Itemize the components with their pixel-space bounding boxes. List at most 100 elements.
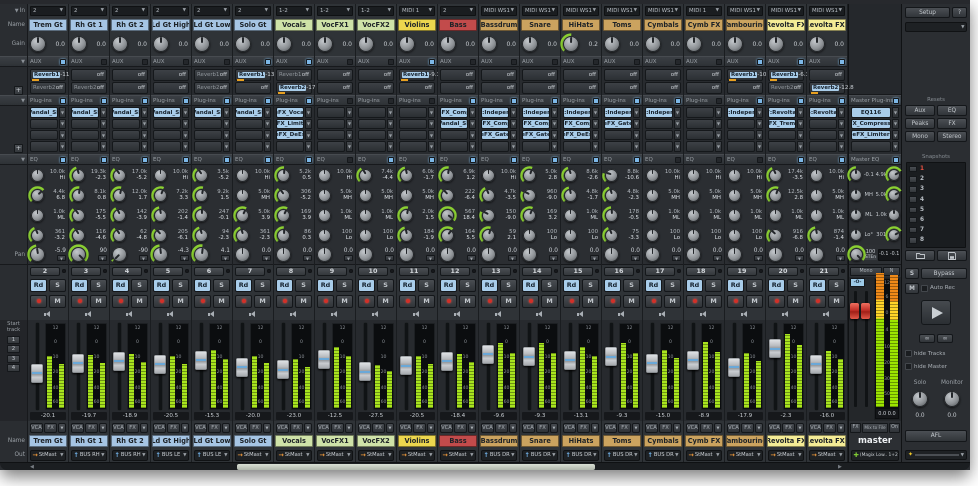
plugin-dropdown-icon[interactable]: ▼ — [633, 141, 640, 152]
plugin-chip[interactable] — [194, 119, 222, 130]
input-select[interactable]: 2▼ — [440, 6, 476, 16]
master-plugin-dropdown-icon[interactable]: ▼ — [892, 130, 899, 141]
aux-send[interactable]: off — [440, 69, 476, 81]
plugin-dropdown-icon[interactable]: ▼ — [674, 107, 681, 118]
snapshot-item[interactable]: 8 — [909, 235, 963, 245]
vca-button[interactable]: VCA — [153, 423, 166, 433]
plugin-chip[interactable]: -6:Independ — [481, 107, 509, 118]
plugin-dropdown-icon[interactable]: ▼ — [100, 130, 107, 141]
eq-band-knob[interactable] — [359, 169, 372, 182]
plugin-dropdown-icon[interactable]: ▼ — [592, 107, 599, 118]
eq-band-knob[interactable] — [482, 189, 495, 202]
channel-name-bottom[interactable]: Revolta FX2 — [808, 435, 846, 447]
plugin-chip[interactable] — [71, 141, 99, 152]
mute-button[interactable]: M — [541, 295, 558, 308]
master-fader-handle-left[interactable] — [850, 303, 859, 319]
pan-knob[interactable] — [522, 247, 537, 262]
fader-track[interactable] — [72, 323, 84, 410]
plugin-chip[interactable] — [30, 130, 58, 141]
eq-band-knob[interactable] — [195, 209, 208, 222]
plugin-chip[interactable] — [112, 141, 140, 152]
mute-button[interactable]: M — [746, 295, 763, 308]
record-arm-button[interactable] — [768, 295, 785, 308]
auto-rec-checkbox[interactable] — [921, 285, 928, 292]
plugin-dropdown-icon[interactable]: ▼ — [141, 119, 148, 130]
gain-knob[interactable] — [71, 36, 87, 52]
pan-knob[interactable] — [112, 247, 127, 262]
plugin-chip[interactable] — [809, 130, 837, 141]
plugin-chip[interactable] — [686, 107, 714, 118]
eq-band-knob[interactable] — [113, 189, 126, 202]
gain-knob[interactable] — [604, 36, 620, 52]
channel-number[interactable]: 17 — [645, 267, 675, 276]
plugin-dropdown-icon[interactable]: ▼ — [838, 119, 845, 130]
plugin-chip[interactable] — [194, 141, 222, 152]
eq-band-knob[interactable] — [236, 169, 249, 182]
snapshot-item[interactable]: 1 — [909, 164, 963, 174]
gain-knob[interactable] — [194, 36, 210, 52]
plugin-dropdown-icon[interactable]: ▼ — [715, 119, 722, 130]
pan-dropdown-icon[interactable]: ▼ — [754, 255, 763, 261]
eq-band-knob[interactable] — [154, 189, 167, 202]
aux-send[interactable]: Reverb2off — [768, 82, 804, 94]
pan-dropdown-icon[interactable]: ▼ — [672, 255, 681, 261]
plugin-dropdown-icon[interactable]: ▼ — [592, 119, 599, 130]
fader-track[interactable] — [441, 323, 453, 410]
reset-aux-button[interactable]: Aux — [905, 105, 935, 116]
input-select[interactable]: MIDI WS1▼ — [522, 6, 558, 16]
channel-name[interactable]: Violins — [398, 19, 436, 31]
channel-name[interactable]: VocFX2 — [357, 19, 395, 31]
fader-track[interactable] — [564, 323, 576, 410]
eq-band-knob[interactable] — [646, 209, 659, 222]
eq-band-knob[interactable] — [728, 229, 741, 242]
help-button[interactable]: ? — [952, 7, 967, 18]
fader-track[interactable] — [728, 323, 740, 410]
vca-button[interactable]: VCA — [276, 423, 289, 433]
plugin-dropdown-icon[interactable]: ▼ — [59, 119, 66, 130]
pan-dropdown-icon[interactable]: ▼ — [57, 255, 66, 261]
channel-name-bottom[interactable]: Bass — [439, 435, 477, 447]
solo-button[interactable]: S — [828, 279, 845, 292]
pan-dropdown-icon[interactable]: ▼ — [713, 255, 722, 261]
plugin-chip[interactable] — [358, 141, 386, 152]
plugin-chip[interactable]: -6:Independ — [563, 107, 591, 118]
monitor-output-select[interactable]: ✦ ▼ — [905, 450, 967, 460]
eq-band-knob[interactable] — [72, 169, 85, 182]
fader-track[interactable] — [195, 323, 207, 410]
vca-button[interactable]: VCA — [317, 423, 330, 433]
mute-button[interactable]: M — [459, 295, 476, 308]
pan-dropdown-icon[interactable]: ▼ — [426, 255, 435, 261]
record-arm-button[interactable] — [604, 295, 621, 308]
solo-button[interactable]: S — [131, 279, 148, 292]
master-mute-button[interactable]: M — [905, 283, 919, 294]
channel-number[interactable]: 8 — [276, 267, 306, 276]
mute-button[interactable]: M — [295, 295, 312, 308]
eq-band-knob[interactable] — [113, 229, 126, 242]
eq-band-knob[interactable] — [687, 169, 700, 182]
vca-dropdown-icon[interactable]: ▼ — [468, 423, 476, 433]
channel-fx-button[interactable]: FX — [372, 423, 385, 433]
plugin-dropdown-icon[interactable]: ▼ — [592, 141, 599, 152]
snapshot-item[interactable]: 3 — [909, 184, 963, 194]
master-plugin-chip[interactable]: eFX_Limiter — [851, 130, 891, 141]
solo-button[interactable]: S — [664, 279, 681, 292]
plugin-dropdown-icon[interactable]: ▼ — [223, 119, 230, 130]
input-select[interactable]: MIDI WS1▼ — [645, 6, 681, 16]
scroll-right-icon[interactable]: ▶ — [838, 464, 842, 470]
eq-band-knob[interactable] — [318, 209, 331, 222]
channel-name[interactable]: Cymb FX — [685, 19, 723, 31]
master-solo-button[interactable]: S — [905, 268, 919, 279]
channel-fx-button[interactable]: FX — [208, 423, 221, 433]
add-aux-send-button[interactable]: + — [14, 86, 23, 95]
read-automation-button[interactable]: Rd — [686, 279, 703, 292]
master-eq-gain-knob[interactable] — [850, 169, 862, 181]
record-arm-button[interactable] — [276, 295, 293, 308]
fader-handle[interactable] — [195, 351, 207, 370]
aux-send[interactable]: off — [153, 82, 189, 94]
channel-name-bottom[interactable]: Cymbals — [644, 435, 682, 447]
pan-dropdown-icon[interactable]: ▼ — [98, 255, 107, 261]
channel-number[interactable]: 3 — [71, 267, 101, 276]
plugin-dropdown-icon[interactable]: ▼ — [551, 119, 558, 130]
fader-handle[interactable] — [441, 352, 453, 371]
plugin-chip[interactable] — [30, 141, 58, 152]
